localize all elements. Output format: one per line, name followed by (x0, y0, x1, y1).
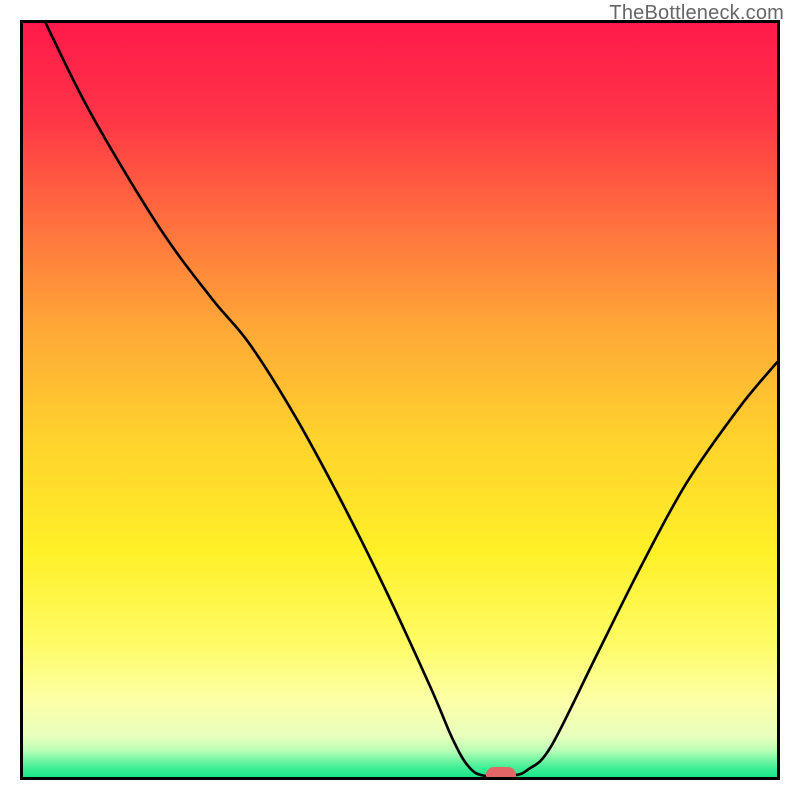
chart-container: TheBottleneck.com (0, 0, 800, 800)
plot-area (20, 20, 780, 780)
watermark-text: TheBottleneck.com (609, 2, 784, 25)
bottleneck-curve (23, 23, 777, 777)
minimum-marker (486, 767, 516, 780)
